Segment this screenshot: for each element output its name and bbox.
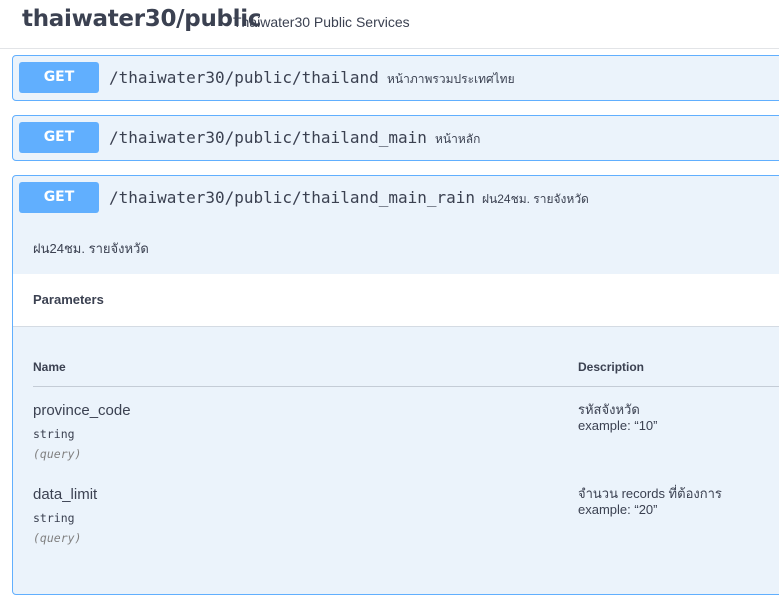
parameter-type: string (33, 511, 75, 525)
parameters-section-header: Parameters (13, 274, 779, 327)
operation-block-thailand: GET /thaiwater30/public/thailand หน้าภาพ… (12, 55, 779, 101)
tag-header[interactable]: thaiwater30/public Thaiwater30 Public Se… (0, 0, 779, 49)
operation-block-thailand-main: GET /thaiwater30/public/thailand_main หน… (12, 115, 779, 161)
table-divider (33, 386, 779, 387)
parameter-name: data_limit (33, 486, 98, 503)
operation-summary-text: ฝน24ชม. รายจังหวัด (482, 192, 589, 206)
column-header-name: Name (33, 360, 66, 374)
column-header-description: Description (578, 360, 645, 374)
operation-summary-thailand-main-rain[interactable]: GET /thaiwater30/public/thailand_main_ra… (13, 176, 779, 220)
operation-path: /thaiwater30/public/thailand_main_rain (109, 188, 476, 207)
operation-path: /thaiwater30/public/thailand (109, 68, 379, 87)
tag-title: thaiwater30/public (22, 6, 262, 32)
parameter-type: string (33, 427, 75, 441)
tag-description: Thaiwater30 Public Services (233, 14, 410, 30)
method-badge: GET (19, 182, 99, 213)
method-badge: GET (19, 122, 99, 153)
parameter-name: province_code (33, 402, 131, 419)
parameter-example: example: “20” (578, 502, 658, 517)
operation-description: ฝน24ชม. รายจังหวัด (33, 241, 149, 256)
parameter-location: (query) (33, 447, 82, 461)
operation-summary-text: หน้าหลัก (435, 132, 481, 146)
parameter-description: จำนวน records ที่ต้องการ (578, 486, 722, 501)
operation-summary-text: หน้าภาพรวมประเทศไทย (387, 72, 515, 86)
operation-block-thailand-main-rain: GET /thaiwater30/public/thailand_main_ra… (12, 175, 779, 595)
method-badge: GET (19, 62, 99, 93)
operation-summary-thailand-main[interactable]: GET /thaiwater30/public/thailand_main หน… (13, 116, 779, 160)
operation-path: /thaiwater30/public/thailand_main (109, 128, 427, 147)
parameter-location: (query) (33, 531, 82, 545)
parameter-description: รหัสจังหวัด (578, 402, 640, 417)
parameters-title: Parameters (33, 292, 104, 307)
operation-summary-thailand[interactable]: GET /thaiwater30/public/thailand หน้าภาพ… (13, 56, 779, 100)
parameter-example: example: “10” (578, 418, 658, 433)
